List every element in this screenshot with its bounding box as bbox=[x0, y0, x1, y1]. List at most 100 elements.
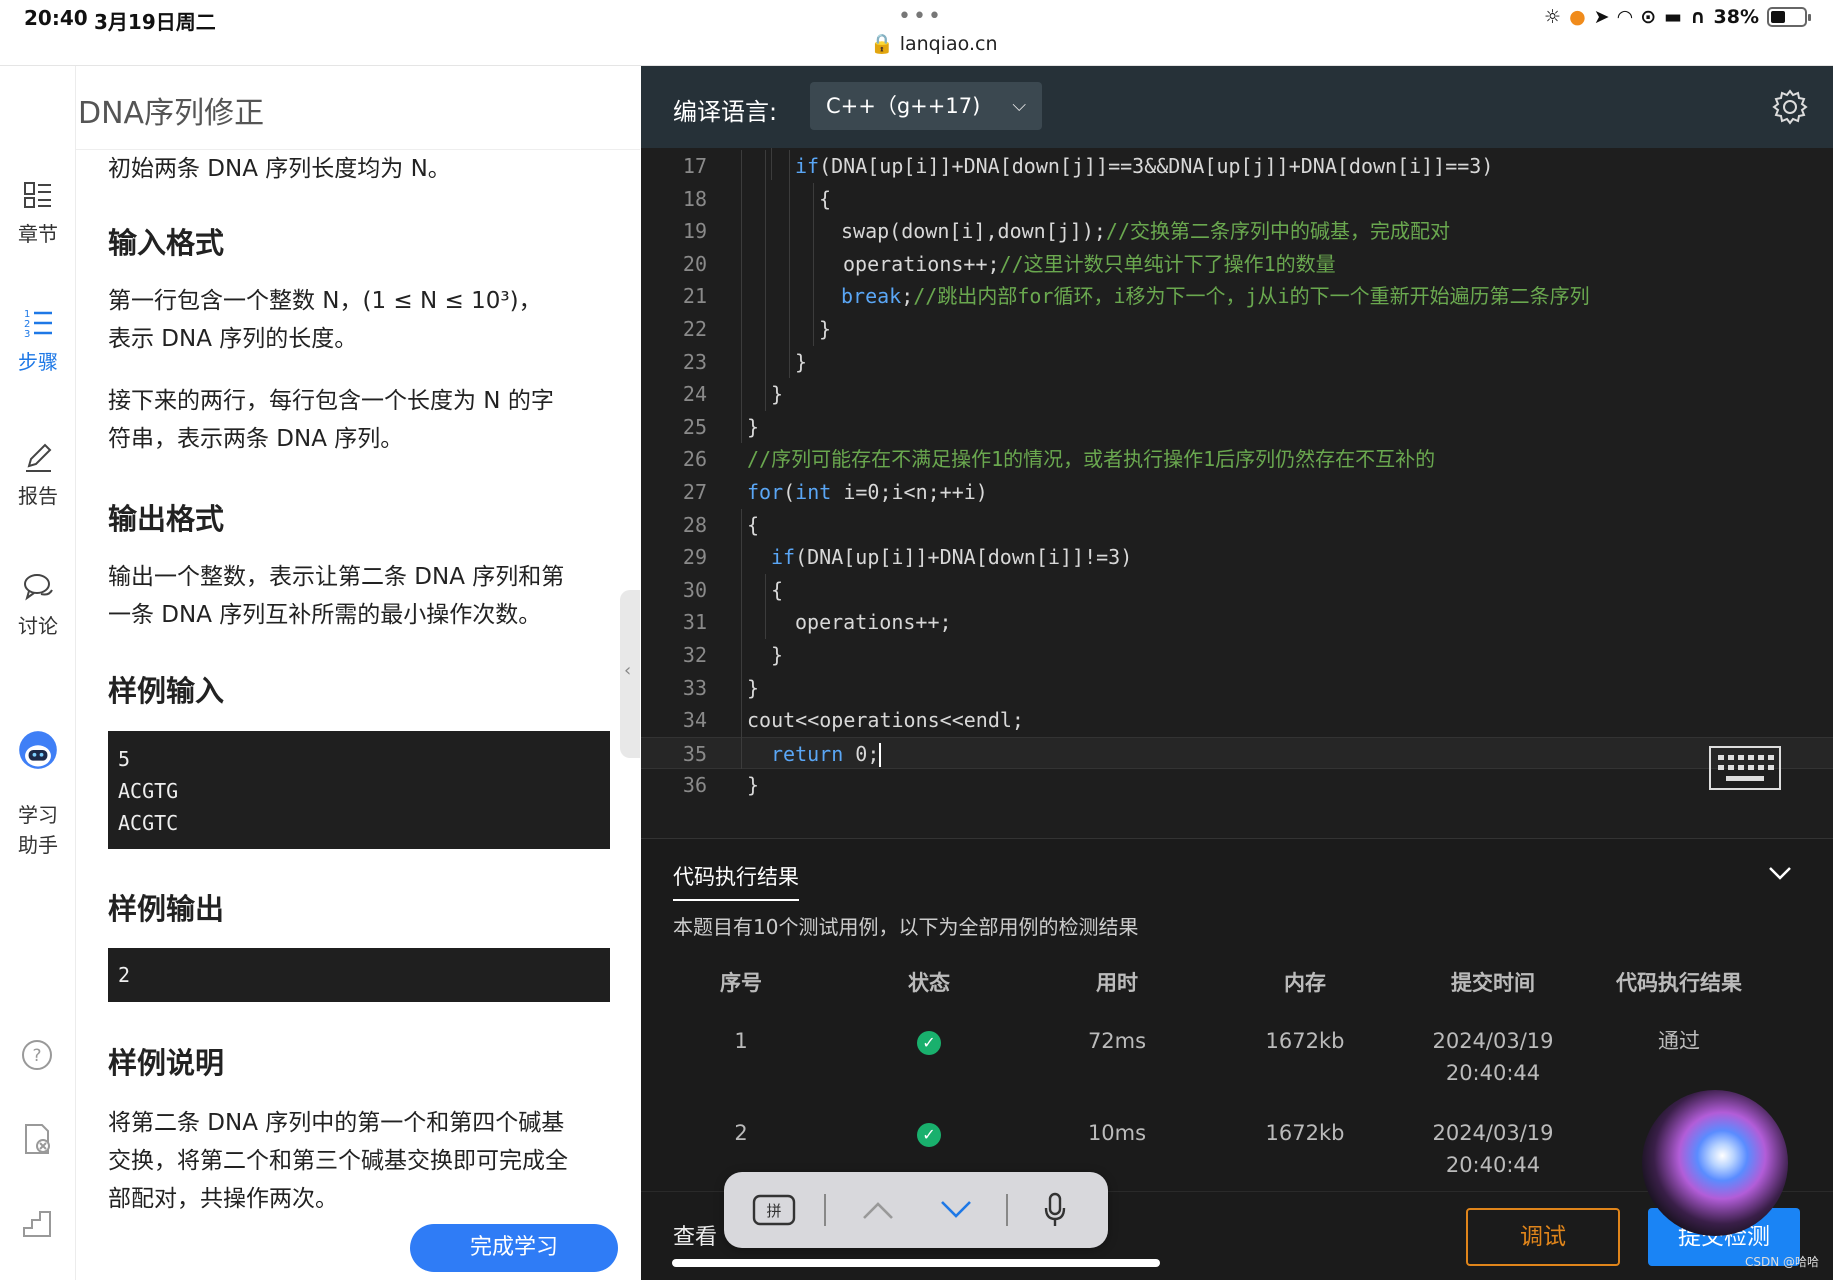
tab-options-dots-icon[interactable]: ••• bbox=[898, 4, 943, 29]
svg-text:拼: 拼 bbox=[766, 1202, 781, 1220]
chat-bubbles-icon bbox=[24, 574, 53, 601]
document-close-icon[interactable] bbox=[20, 1122, 54, 1156]
code-token: (DNA[up[i]]+DNA[down[j]]==3&&DNA[up[j]]+… bbox=[819, 154, 1494, 178]
code-token: ( bbox=[783, 480, 796, 504]
code-line[interactable]: 35 return 0; bbox=[641, 736, 1833, 769]
chevron-up-icon[interactable] bbox=[860, 1196, 896, 1224]
comment-token: //序列可能存在不满足操作1的情况，或者执行操作1后序列仍然存在不互补的 bbox=[747, 447, 1436, 472]
watermark: CSDN @哈哈 bbox=[1744, 1255, 1819, 1269]
view-more-link[interactable]: 查看 bbox=[673, 1219, 717, 1251]
robot-avatar-icon bbox=[19, 731, 57, 769]
finish-learning-button[interactable]: 完成学习 bbox=[410, 1224, 618, 1272]
code-line[interactable]: 29 if(DNA[up[i]]+DNA[down[i]]!=3) bbox=[641, 541, 1833, 573]
col-header-memory: 内存 bbox=[1284, 971, 1326, 995]
pinyin-key-icon[interactable]: 拼 bbox=[752, 1194, 796, 1226]
code-text: } bbox=[795, 346, 807, 378]
stairs-chart-icon[interactable] bbox=[20, 1206, 54, 1240]
keyboard-shortcut-bar: 拼 bbox=[724, 1172, 1108, 1248]
code-line[interactable]: 19 swap(down[i],down[j]);//交换第二条序列中的碱基，完成… bbox=[641, 215, 1833, 247]
code-line[interactable]: 27 for(int i=0;i<n;++i) bbox=[641, 476, 1833, 508]
status-time: 20:40 bbox=[24, 6, 88, 30]
debug-button[interactable]: 调试 bbox=[1466, 1208, 1620, 1266]
code-text: } bbox=[747, 411, 759, 443]
panel-resize-handle[interactable]: ‹ bbox=[620, 590, 640, 758]
output-format-line1: 输出一个整数，表示让第二条 DNA 序列和第 bbox=[108, 564, 565, 590]
rail-item-assistant[interactable]: 学习 助手 bbox=[0, 700, 76, 860]
comment-token: //跳出内部for循环，i移为下一个，j从i的下一个重新开始遍历第二条序列 bbox=[913, 284, 1590, 309]
indent-guide bbox=[765, 150, 766, 411]
gear-icon[interactable] bbox=[1771, 88, 1809, 126]
line-number: 31 bbox=[682, 610, 707, 635]
code-token: (DNA[up[i]]+DNA[down[i]]!=3) bbox=[795, 545, 1133, 570]
code-line[interactable]: 30 { bbox=[641, 574, 1833, 606]
line-number: 19 bbox=[682, 219, 707, 244]
code-token: operations++; bbox=[795, 610, 952, 635]
keyboard-icon[interactable] bbox=[1706, 745, 1784, 791]
row-number: 2 bbox=[734, 1121, 748, 1145]
code-text: for(int i=0;i<n;++i) bbox=[747, 476, 988, 508]
sample-output-heading: 样例输出 bbox=[108, 892, 225, 926]
code-line[interactable]: 33} bbox=[641, 672, 1833, 704]
code-line[interactable]: 31 operations++; bbox=[641, 606, 1833, 638]
code-line[interactable]: 17 if(DNA[up[i]]+DNA[down[j]]==3&&DNA[up[… bbox=[641, 150, 1833, 182]
code-text: //序列可能存在不满足操作1的情况，或者执行操作1后序列仍然存在不互补的 bbox=[747, 443, 1435, 475]
col-header-number: 序号 bbox=[720, 971, 762, 995]
code-text: swap(down[i],down[j]);//交换第二条序列中的碱基，完成配对 bbox=[841, 215, 1450, 247]
code-line[interactable]: 20 operations++;//这里计数只单纯计下了操作1的数量 bbox=[641, 248, 1833, 280]
keyword-token: return bbox=[771, 741, 844, 766]
rail-item-chapters[interactable]: 章节 bbox=[0, 178, 76, 247]
code-editor[interactable]: 17 if(DNA[up[i]]+DNA[down[j]]==3&&DNA[up[… bbox=[641, 148, 1833, 838]
input-format-heading: 输入格式 bbox=[108, 226, 225, 260]
code-text: { bbox=[819, 183, 831, 215]
code-token: operations++; bbox=[843, 251, 1000, 276]
sample-output-value: 2 bbox=[118, 963, 131, 987]
lock-icon: 🔒 bbox=[870, 33, 894, 55]
svg-text:?: ? bbox=[32, 1046, 41, 1066]
line-number: 30 bbox=[682, 577, 707, 602]
code-line[interactable]: 18 { bbox=[641, 183, 1833, 215]
code-line[interactable]: 36} bbox=[641, 769, 1833, 801]
results-description: 本题目有10个测试用例，以下为全部用例的检测结果 bbox=[673, 915, 1139, 939]
chevron-down-icon[interactable] bbox=[1767, 863, 1793, 883]
rail-item-steps[interactable]: 1 2 3 步骤 bbox=[0, 306, 76, 375]
intro-text: 初始两条 DNA 序列长度均为 N。 bbox=[108, 156, 451, 182]
row-clock: 20:40:44 bbox=[1445, 1153, 1541, 1177]
rail-item-discussion[interactable]: 讨论 bbox=[0, 570, 76, 639]
sample-output-block: 2 bbox=[108, 948, 610, 1002]
keyword-token: int bbox=[795, 480, 832, 504]
microphone-icon[interactable] bbox=[1042, 1192, 1068, 1228]
code-text: } bbox=[771, 639, 783, 671]
code-line[interactable]: 32} bbox=[641, 639, 1833, 671]
rail-label-assistant: 学习 助手 bbox=[18, 803, 58, 857]
code-token: } bbox=[747, 773, 760, 798]
code-line[interactable]: 28 { bbox=[641, 509, 1833, 541]
side-rail: 章节 1 2 3 步骤 报告 讨论 学习 助手 ? bbox=[0, 66, 76, 1280]
siri-orb-icon[interactable] bbox=[1642, 1090, 1788, 1236]
line-number: 34 bbox=[682, 708, 707, 733]
code-line[interactable]: 25} bbox=[641, 411, 1833, 443]
address-bar[interactable]: 🔒 lanqiao.cn bbox=[870, 32, 997, 55]
help-circle-icon[interactable]: ? bbox=[20, 1038, 54, 1072]
code-line[interactable]: 34 cout<<operations<<endl; bbox=[641, 704, 1833, 736]
sample-explain-line2: 交换，将第二个和第三个碱基交换即可完成全 bbox=[108, 1148, 568, 1174]
code-line[interactable]: 22} bbox=[641, 313, 1833, 345]
input-format-p1-line1: 第一行包含一个整数 N，(1 ≤ N ≤ 10³)， bbox=[108, 288, 542, 314]
code-token: } bbox=[771, 643, 784, 667]
rail-item-report[interactable]: 报告 bbox=[0, 440, 76, 509]
language-select[interactable]: C++（g++17) ⌵ bbox=[810, 82, 1042, 130]
chevron-down-icon[interactable] bbox=[938, 1196, 974, 1224]
tab-code-results[interactable]: 代码执行结果 bbox=[673, 861, 799, 901]
code-line[interactable]: 26 //序列可能存在不满足操作1的情况，或者执行操作1后序列仍然存在不互补的 bbox=[641, 443, 1833, 475]
sample-input-heading: 样例输入 bbox=[108, 674, 225, 708]
code-line[interactable]: 23} bbox=[641, 346, 1833, 378]
code-text: operations++; bbox=[795, 606, 952, 638]
language-value: C++（g++17) bbox=[826, 94, 981, 118]
indent-guide bbox=[741, 508, 742, 770]
code-token: } bbox=[819, 317, 832, 341]
code-line[interactable]: 24} bbox=[641, 378, 1833, 410]
code-text: break;//跳出内部for循环，i移为下一个，j从i的下一个重新开始遍历第二… bbox=[841, 280, 1590, 312]
code-line[interactable]: 21 break;//跳出内部for循环，i移为下一个，j从i的下一个重新开始遍历… bbox=[641, 280, 1833, 312]
row-time: 10ms bbox=[1087, 1121, 1147, 1145]
line-number: 28 bbox=[682, 512, 707, 537]
keyword-token: if bbox=[771, 545, 796, 570]
